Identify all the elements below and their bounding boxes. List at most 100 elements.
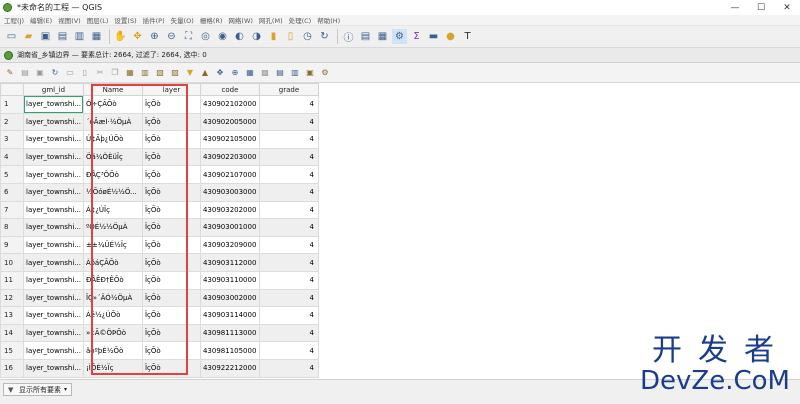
cell-code[interactable]: 430902102000 xyxy=(199,95,260,114)
cell-code[interactable]: 430903209000 xyxy=(199,235,260,255)
cell-code[interactable]: 430903112000 xyxy=(199,253,260,272)
column-header[interactable]: code xyxy=(199,83,260,96)
pan-to-selection-icon[interactable]: ✥ xyxy=(130,29,145,44)
cell-code[interactable]: 430902203000 xyxy=(199,147,260,167)
table-row[interactable]: 11 layer_townshi... ÐÂÊÐ†ÊÕò ÏçÕò 4309031100… xyxy=(0,270,319,290)
row-number[interactable]: 13 xyxy=(0,306,24,325)
row-number[interactable]: 10 xyxy=(0,253,24,272)
reload-table-icon[interactable]: ↻ xyxy=(49,67,61,79)
cell-grade[interactable]: 4 xyxy=(258,130,319,149)
cell-grade[interactable]: 4 xyxy=(258,112,319,132)
table-row[interactable]: 2 layer_townshi... ´óÃæÌ·½ÖµÀ ÏçÕò 430902005… xyxy=(0,112,319,132)
save-as-icon[interactable]: ▤ xyxy=(55,29,70,44)
zoom-to-selected-icon[interactable]: ⊕ xyxy=(229,67,241,79)
field-calculator-icon[interactable]: ▤ xyxy=(274,67,286,79)
table-row[interactable]: 5 layer_townshi... ÐÂÇ³ÔÕò ÏçÕò 430902107000… xyxy=(0,165,319,184)
table-row[interactable]: 8 layer_townshi... ºÓÉ½½ÖµÀ ÏçÕò 43090300100… xyxy=(0,218,319,237)
table-row[interactable]: 9 layer_townshi... ±±¼ÜÉ½Ïç ÏçÕò 43090320900… xyxy=(0,235,319,255)
cell-name[interactable]: âóºþÉ½Õò xyxy=(82,341,143,360)
new-bookmark-icon[interactable]: ▮ xyxy=(266,29,281,44)
cell-name[interactable]: Ó÷ÇÃÕò xyxy=(82,95,143,114)
menu-settings[interactable]: 设置(S) xyxy=(114,15,136,25)
row-number[interactable]: 12 xyxy=(0,288,24,308)
cell-layer[interactable]: ÏçÕò xyxy=(141,130,201,149)
filter-icon[interactable]: ▼ xyxy=(184,67,196,79)
row-number[interactable]: 15 xyxy=(0,341,24,360)
cell-grade[interactable]: 4 xyxy=(258,270,319,290)
zoom-next-icon[interactable]: ◑ xyxy=(249,29,264,44)
cell-name[interactable]: ÐÂÊÐ†ÊÕò xyxy=(82,270,143,290)
row-number[interactable]: 9 xyxy=(0,235,24,255)
row-number[interactable]: 5 xyxy=(0,165,24,184)
copy-icon[interactable]: ❐ xyxy=(109,67,121,79)
cell-code[interactable]: 430903114000 xyxy=(199,306,260,325)
cell-grade[interactable]: 4 xyxy=(258,288,319,308)
menu-help[interactable]: 帮助(H) xyxy=(317,15,340,25)
delete-feature-icon[interactable]: ▯ xyxy=(79,67,91,79)
column-header[interactable]: layer xyxy=(141,83,201,96)
cell-code[interactable]: 430903002000 xyxy=(199,288,260,308)
cell-layer[interactable]: ÏçÕò xyxy=(141,253,201,272)
menu-edit[interactable]: 编辑(E) xyxy=(30,15,52,25)
cell-layer[interactable]: ÏçÕò xyxy=(141,270,201,290)
cell-name[interactable]: ±±¼ÜÉ½Ïç xyxy=(82,235,143,255)
table-row[interactable]: 4 layer_townshi... Öá¼ÒÈüÏç ÏçÕò 43090220300… xyxy=(0,147,319,167)
layout-manager-icon[interactable]: ▦ xyxy=(89,29,104,44)
actions-icon[interactable]: ⚙ xyxy=(319,67,331,79)
table-row[interactable]: 13 layer_townshi... Àé½¿ÚÕò ÏçÕò 43090311400… xyxy=(0,306,319,325)
refresh-icon[interactable]: ↻ xyxy=(317,29,332,44)
cell-name[interactable]: ÐÂÇ³ÔÕò xyxy=(82,165,143,184)
cell-gml-id[interactable]: layer_townshi... xyxy=(23,130,84,149)
row-number[interactable]: 3 xyxy=(0,130,24,149)
add-feature-icon[interactable]: ▭ xyxy=(64,67,76,79)
cell-gml-id[interactable]: layer_townshi... xyxy=(23,358,84,378)
menu-vector[interactable]: 矢量(O) xyxy=(171,15,194,25)
cell-gml-id[interactable]: layer_townshi... xyxy=(23,288,84,308)
delete-field-icon[interactable]: ▩ xyxy=(259,67,271,79)
select-all-icon[interactable]: ▧ xyxy=(154,67,166,79)
maximize-button[interactable]: ☐ xyxy=(748,0,774,15)
text-annotation-icon[interactable]: T xyxy=(460,29,475,44)
cell-layer[interactable]: ÏçÕò xyxy=(141,323,201,343)
cell-name[interactable]: ¡ÌÕÉ½Ïç xyxy=(82,358,143,378)
cell-layer[interactable]: ÏçÕò xyxy=(141,95,201,114)
conditional-format-icon[interactable]: ▥ xyxy=(289,67,301,79)
identify-icon[interactable]: ⓘ xyxy=(341,29,356,44)
menu-project[interactable]: 工程(J) xyxy=(4,15,24,25)
new-project-icon[interactable]: ▭ xyxy=(4,29,19,44)
menu-mesh[interactable]: 网孔(M) xyxy=(259,15,283,25)
menu-layer[interactable]: 图层(L) xyxy=(87,15,109,25)
table-row[interactable]: 10 layer_townshi... ÀöáÇÃÕò ÏçÕò 43090311200… xyxy=(0,253,319,272)
minimize-button[interactable]: — xyxy=(722,0,748,15)
cell-name[interactable]: ´óÃæÌ·½ÖµÀ xyxy=(82,112,143,132)
save-project-icon[interactable]: ▣ xyxy=(38,29,53,44)
cell-grade[interactable]: 4 xyxy=(258,200,319,220)
cell-grade[interactable]: 4 xyxy=(258,165,319,184)
cell-code[interactable]: 430902107000 xyxy=(199,165,260,184)
cell-gml-id[interactable]: layer_townshi... xyxy=(23,218,84,237)
cell-gml-id[interactable]: layer_townshi... xyxy=(23,182,84,202)
row-number[interactable]: 6 xyxy=(0,182,24,202)
field-calc-icon[interactable]: ▦ xyxy=(375,29,390,44)
cell-name[interactable]: ºÓÉ½½ÖµÀ xyxy=(82,218,143,237)
table-row[interactable]: 12 layer_townshi... ÎÇ»´ÄÓ½ÖµÀ ÏçÕò 43090300… xyxy=(0,288,319,308)
attribute-table-icon[interactable]: ▤ xyxy=(358,29,373,44)
cell-gml-id[interactable]: layer_townshi... xyxy=(23,235,84,255)
cell-name[interactable]: ÎÇ»´ÄÓ½ÖµÀ xyxy=(82,288,143,308)
cell-grade[interactable]: 4 xyxy=(258,323,319,343)
print-layout-icon[interactable]: ▥ xyxy=(72,29,87,44)
zoom-full-icon[interactable]: ⛶ xyxy=(181,29,196,44)
cell-gml-id[interactable]: layer_townshi... xyxy=(23,165,84,184)
table-row[interactable]: 6 layer_townshi... ½ÕóøÉ½½Ö... ÏçÕò 43090300… xyxy=(0,182,319,202)
cell-code[interactable]: 430903003000 xyxy=(199,182,260,202)
menu-plugins[interactable]: 插件(P) xyxy=(143,15,165,25)
cell-code[interactable]: 430902005000 xyxy=(199,112,260,132)
cut-icon[interactable]: ✂ xyxy=(94,67,106,79)
cell-layer[interactable]: ÏçÕò xyxy=(141,235,201,255)
cell-layer[interactable]: ÏçÕò xyxy=(141,165,201,184)
cell-code[interactable]: 430903202000 xyxy=(199,200,260,220)
cell-grade[interactable]: 4 xyxy=(258,358,319,378)
select-expression-icon[interactable]: ▥ xyxy=(139,67,151,79)
cell-code[interactable]: 430981113000 xyxy=(199,323,260,343)
close-button[interactable]: ✕ xyxy=(774,0,800,15)
